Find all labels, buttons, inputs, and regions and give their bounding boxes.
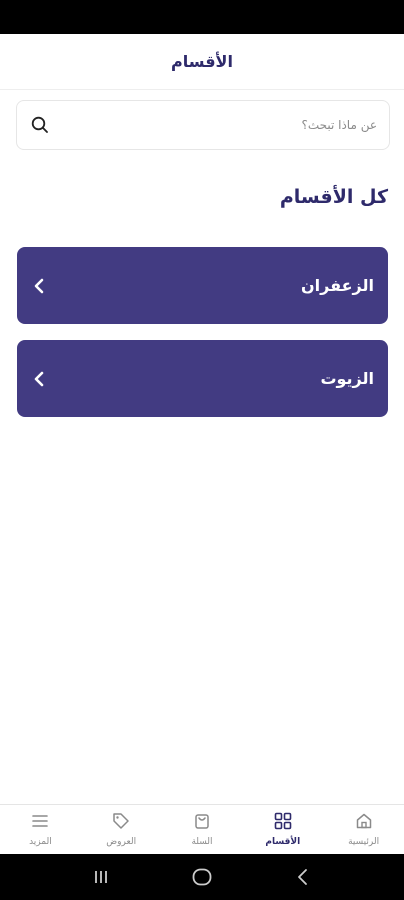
search-input[interactable] [51,118,377,132]
nav-item-home[interactable]: الرئيسية [323,805,404,854]
bag-icon [193,812,211,834]
nav-label: الرئيسية [348,837,380,847]
grid-icon [274,812,292,834]
nav-item-more[interactable]: المزيد [0,805,81,854]
category-label: الزعفران [301,276,374,295]
category-saffron[interactable]: الزعفران [17,247,388,324]
search-icon[interactable] [29,114,51,136]
home-icon [355,812,373,834]
nav-item-offers[interactable]: العروض [81,805,162,854]
category-label: الزيوت [320,369,374,388]
page-title: الأقسام [171,52,233,71]
search-bar[interactable] [16,100,390,150]
status-bar [0,0,404,34]
home-button-icon[interactable] [187,862,217,892]
category-oils[interactable]: الزيوت [17,340,388,417]
app-header: الأقسام [0,34,404,90]
back-icon[interactable] [288,862,318,892]
nav-label: العروض [106,837,137,847]
nav-item-cart[interactable]: السلة [162,805,243,854]
chevron-left-icon [29,276,49,296]
bottom-nav: المزيد العروض السلة الأقسام الرئيسية [0,804,404,854]
nav-label: المزيد [29,837,52,847]
nav-item-categories[interactable]: الأقسام [242,805,323,854]
section-title: كل الأقسام [279,186,388,208]
nav-label: الأقسام [265,837,301,847]
nav-label: السلة [191,837,213,847]
tag-icon [112,812,130,834]
recent-apps-icon[interactable] [86,862,116,892]
system-nav-bar [0,854,404,900]
chevron-left-icon [29,369,49,389]
menu-icon [31,812,49,834]
